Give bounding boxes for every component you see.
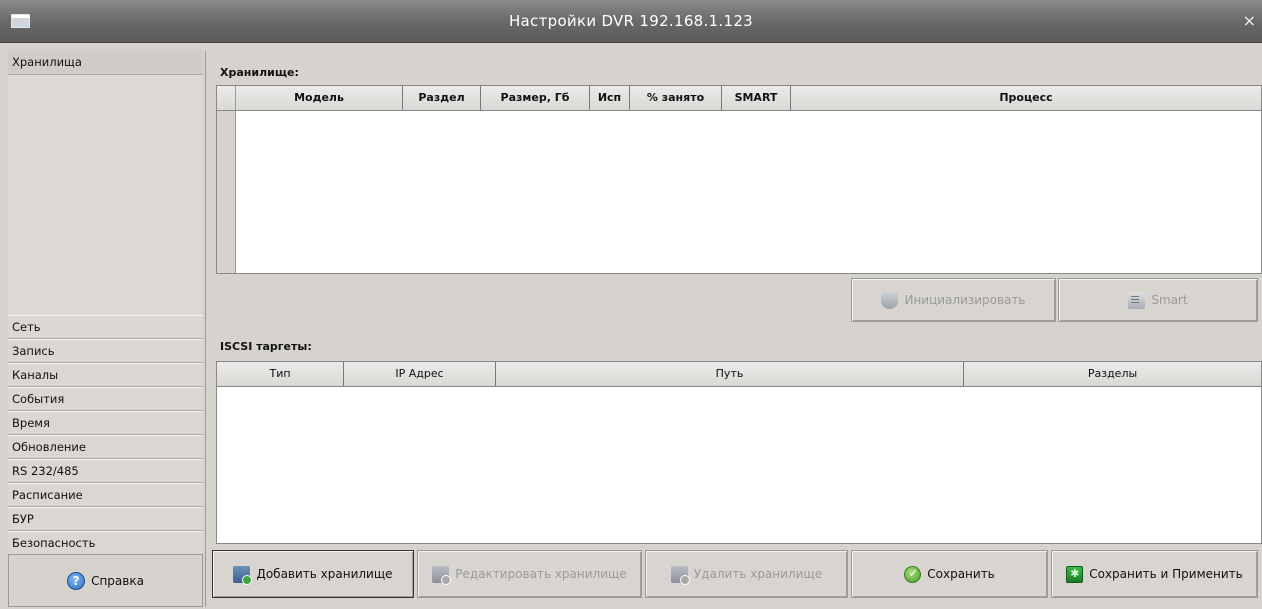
- smart-button[interactable]: Smart: [1058, 278, 1258, 322]
- edit-storage-label: Редактировать хранилище: [455, 567, 627, 581]
- delete-storage-label: Удалить хранилище: [693, 567, 823, 581]
- initialize-button-label: Инициализировать: [904, 293, 1026, 307]
- col-header-used[interactable]: Исп: [590, 86, 630, 110]
- sidebar-item-time[interactable]: Время: [8, 411, 203, 435]
- storage-table-header: Модель Раздел Размер, Гб Исп % занято SM…: [217, 86, 1261, 111]
- col-header-smart[interactable]: SMART: [722, 86, 791, 110]
- col-header-ip-address[interactable]: IP Адрес: [344, 362, 496, 386]
- sidebar-item-update[interactable]: Обновление: [8, 435, 203, 459]
- help-button[interactable]: ? Справка: [8, 554, 203, 607]
- storage-add-icon: [233, 565, 253, 585]
- col-header-process[interactable]: Процесс: [791, 86, 1261, 110]
- col-header-partitions[interactable]: Разделы: [964, 362, 1261, 386]
- iscsi-table-header: Тип IP Адрес Путь Разделы: [217, 362, 1261, 387]
- iscsi-table[interactable]: Тип IP Адрес Путь Разделы: [216, 361, 1262, 544]
- sidebar-item-storages[interactable]: Хранилища: [8, 51, 203, 75]
- window-title: Настройки DVR 192.168.1.123: [508, 12, 754, 30]
- delete-storage-button[interactable]: Удалить хранилище: [645, 550, 848, 598]
- iscsi-section-label: ISCSI таргеты:: [220, 340, 312, 353]
- add-storage-button[interactable]: Добавить хранилище: [212, 550, 414, 598]
- col-header-model[interactable]: Модель: [236, 86, 403, 110]
- storage-table[interactable]: Модель Раздел Размер, Гб Исп % занято SM…: [216, 85, 1262, 274]
- sidebar-item-security[interactable]: Безопасность: [8, 531, 203, 555]
- storage-header-corner: [217, 86, 236, 110]
- smart-report-icon: [1128, 291, 1146, 309]
- sidebar-item-bur[interactable]: БУР: [8, 507, 203, 531]
- sidebar-item-channels[interactable]: Каналы: [8, 363, 203, 387]
- close-icon[interactable]: ×: [1243, 11, 1256, 30]
- sidebar-top-area: [8, 51, 203, 315]
- col-header-path[interactable]: Путь: [496, 362, 964, 386]
- edit-storage-button[interactable]: Редактировать хранилище: [417, 550, 642, 598]
- col-header-percent-used[interactable]: % занято: [630, 86, 722, 110]
- help-icon: ?: [67, 571, 86, 590]
- save-button[interactable]: Сохранить: [851, 550, 1048, 598]
- save-label: Сохранить: [927, 567, 995, 581]
- col-header-size[interactable]: Размер, Гб: [481, 86, 590, 110]
- initialize-button[interactable]: Инициализировать: [851, 278, 1056, 322]
- save-apply-label: Сохранить и Применить: [1089, 567, 1243, 581]
- storage-delete-icon: [670, 565, 690, 585]
- storage-table-row-gutter: [217, 86, 236, 273]
- col-header-partition[interactable]: Раздел: [403, 86, 481, 110]
- main-panel: Хранилище: Модель Раздел Размер, Гб Исп …: [205, 51, 1262, 607]
- title-bar: Настройки DVR 192.168.1.123 ×: [0, 0, 1262, 43]
- disk-init-icon: [881, 291, 899, 309]
- storage-section-label: Хранилище:: [220, 66, 299, 79]
- storage-edit-icon: [432, 565, 452, 585]
- sidebar-nav: Хранилища Сеть Запись Каналы События Вре…: [8, 51, 203, 555]
- check-icon: [904, 565, 922, 583]
- sidebar-item-network[interactable]: Сеть: [8, 315, 203, 339]
- help-button-label: Справка: [91, 573, 144, 588]
- save-apply-button[interactable]: Сохранить и Применить: [1051, 550, 1258, 598]
- sidebar-item-rs232[interactable]: RS 232/485: [8, 459, 203, 483]
- add-storage-label: Добавить хранилище: [256, 567, 393, 581]
- col-header-type[interactable]: Тип: [217, 362, 344, 386]
- sidebar-item-recording[interactable]: Запись: [8, 339, 203, 363]
- apply-icon: [1066, 565, 1084, 583]
- sidebar-item-events[interactable]: События: [8, 387, 203, 411]
- sidebar-item-schedule[interactable]: Расписание: [8, 483, 203, 507]
- smart-button-label: Smart: [1151, 293, 1188, 307]
